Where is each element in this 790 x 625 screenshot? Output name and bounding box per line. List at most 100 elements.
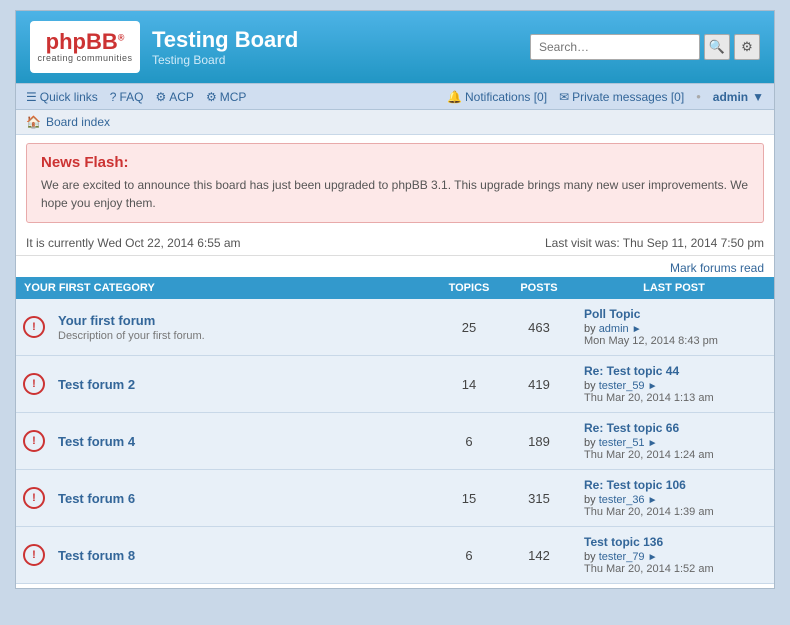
view-icon[interactable]: ► xyxy=(648,495,658,506)
category-header-row: YOUR FIRST CATEGORY TOPICS POSTS LAST PO… xyxy=(16,277,774,299)
bell-icon: 🔔 xyxy=(447,90,462,104)
envelope-icon: ✉ xyxy=(559,90,569,104)
search-button[interactable]: 🔍 xyxy=(704,34,730,60)
nav-left: ☰ Quick links ? FAQ ⚙ ACP ⚙ MCP xyxy=(26,90,246,104)
forum-unread-icon: ! xyxy=(23,487,45,509)
logo-sub: creating communities xyxy=(37,53,132,63)
pm-link[interactable]: ✉ Private messages [0] xyxy=(559,90,684,104)
forum-name[interactable]: Your first forum xyxy=(58,313,428,328)
logo-area: phpBB® creating communities Testing Boar… xyxy=(30,21,298,73)
lastpost-by: by tester_51 ► xyxy=(584,437,764,449)
forum-posts-count: 315 xyxy=(504,470,574,527)
news-flash-title: News Flash: xyxy=(41,154,749,171)
logo-bb: BB xyxy=(86,29,118,54)
lastpost-user[interactable]: tester_51 xyxy=(599,437,645,449)
forum-topics-count: 6 xyxy=(434,413,504,470)
lastpost-date: Thu Mar 20, 2014 1:24 am xyxy=(584,449,764,461)
forum-topics-count: 25 xyxy=(434,299,504,356)
hamburger-icon: ☰ xyxy=(26,90,37,104)
pm-label: Private messages [0] xyxy=(572,90,684,104)
view-icon[interactable]: ► xyxy=(648,552,658,563)
table-row: ! Your first forum Description of your f… xyxy=(16,299,774,356)
forum-table-body: ! Your first forum Description of your f… xyxy=(16,299,774,584)
forum-unread-icon: ! xyxy=(23,373,45,395)
lastpost-by: by tester_36 ► xyxy=(584,494,764,506)
forum-posts-count: 419 xyxy=(504,356,574,413)
forum-lastpost-cell: Re: Test topic 106 by tester_36 ► Thu Ma… xyxy=(574,470,774,527)
acp-icon: ⚙ xyxy=(155,90,166,104)
lastpost-date: Thu Mar 20, 2014 1:39 am xyxy=(584,506,764,518)
forum-info-cell: Test forum 4 xyxy=(52,413,434,470)
user-menu[interactable]: admin ▼ xyxy=(713,90,764,104)
forum-unread-icon: ! xyxy=(23,544,45,566)
board-title-area: Testing Board Testing Board xyxy=(152,27,298,67)
forum-lastpost-cell: Re: Test topic 44 by tester_59 ► Thu Mar… xyxy=(574,356,774,413)
lastpost-user[interactable]: tester_79 xyxy=(599,551,645,563)
forum-unread-icon: ! xyxy=(23,430,45,452)
view-icon[interactable]: ► xyxy=(632,324,642,335)
forum-lastpost-cell: Poll Topic by admin ► Mon May 12, 2014 8… xyxy=(574,299,774,356)
view-icon[interactable]: ► xyxy=(648,381,658,392)
mark-forums-read-link[interactable]: Mark forums read xyxy=(670,261,764,275)
forum-posts-count: 142 xyxy=(504,527,574,584)
forum-unread-icon: ! xyxy=(23,316,45,338)
board-wrapper: phpBB® creating communities Testing Boar… xyxy=(15,10,775,589)
lastpost-date: Thu Mar 20, 2014 1:52 am xyxy=(584,563,764,575)
notifications-link[interactable]: 🔔 Notifications [0] xyxy=(447,90,547,104)
table-row: ! Test forum 8 6 142 Test topic 136 by t… xyxy=(16,527,774,584)
forum-topics-count: 6 xyxy=(434,527,504,584)
home-icon: 🏠 xyxy=(26,115,41,129)
nav-bullet: • xyxy=(696,89,701,104)
table-row: ! Test forum 2 14 419 Re: Test topic 44 … xyxy=(16,356,774,413)
faq-icon: ? xyxy=(110,90,117,104)
quick-links-menu[interactable]: ☰ Quick links xyxy=(26,90,98,104)
forum-info-cell: Test forum 2 xyxy=(52,356,434,413)
info-bar: It is currently Wed Oct 22, 2014 6:55 am… xyxy=(16,231,774,256)
mark-forums-bar: Mark forums read xyxy=(16,256,774,277)
lastpost-title[interactable]: Re: Test topic 106 xyxy=(584,478,764,492)
forum-info-cell: Test forum 6 xyxy=(52,470,434,527)
board-header: phpBB® creating communities Testing Boar… xyxy=(16,11,774,83)
forum-name[interactable]: Test forum 8 xyxy=(58,548,428,563)
mcp-link[interactable]: ⚙ MCP xyxy=(206,90,246,104)
table-row: ! Test forum 6 15 315 Re: Test topic 106… xyxy=(16,470,774,527)
forum-topics-count: 15 xyxy=(434,470,504,527)
current-time: It is currently Wed Oct 22, 2014 6:55 am xyxy=(26,236,241,250)
lastpost-title[interactable]: Re: Test topic 44 xyxy=(584,364,764,378)
lastpost-title[interactable]: Test topic 136 xyxy=(584,535,764,549)
notifications-label: Notifications [0] xyxy=(465,90,547,104)
search-area: 🔍 ⚙ xyxy=(530,34,760,60)
last-visit: Last visit was: Thu Sep 11, 2014 7:50 pm xyxy=(545,236,764,250)
logo-phpbb: phpBB® xyxy=(46,31,125,53)
forum-icon-cell: ! xyxy=(16,356,52,413)
forum-name[interactable]: Test forum 4 xyxy=(58,434,428,449)
user-dropdown-arrow: ▼ xyxy=(752,90,764,104)
logo-reg: ® xyxy=(118,33,125,43)
lastpost-title[interactable]: Re: Test topic 66 xyxy=(584,421,764,435)
forum-desc: Description of your first forum. xyxy=(58,330,428,342)
forum-name[interactable]: Test forum 2 xyxy=(58,377,428,392)
category-name-header: YOUR FIRST CATEGORY xyxy=(16,277,434,299)
posts-header: POSTS xyxy=(504,277,574,299)
forum-icon-cell: ! xyxy=(16,299,52,356)
lastpost-title[interactable]: Poll Topic xyxy=(584,307,764,321)
board-title: Testing Board xyxy=(152,27,298,53)
lastpost-user[interactable]: admin xyxy=(599,323,629,335)
acp-link[interactable]: ⚙ ACP xyxy=(155,90,193,104)
board-desc: Testing Board xyxy=(152,53,298,67)
advanced-search-button[interactable]: ⚙ xyxy=(734,34,760,60)
forum-name[interactable]: Test forum 6 xyxy=(58,491,428,506)
forum-table-head: YOUR FIRST CATEGORY TOPICS POSTS LAST PO… xyxy=(16,277,774,299)
lastpost-user[interactable]: tester_36 xyxy=(599,494,645,506)
search-input[interactable] xyxy=(530,34,700,60)
quick-links-label: Quick links xyxy=(40,90,98,104)
lastpost-user[interactable]: tester_59 xyxy=(599,380,645,392)
nav-bar: ☰ Quick links ? FAQ ⚙ ACP ⚙ MCP 🔔 Notifi… xyxy=(16,83,774,110)
breadcrumb-board-index[interactable]: Board index xyxy=(46,115,110,129)
view-icon[interactable]: ► xyxy=(648,438,658,449)
lastpost-by: by tester_79 ► xyxy=(584,551,764,563)
forum-posts-count: 189 xyxy=(504,413,574,470)
username: admin xyxy=(713,90,748,104)
forum-icon-cell: ! xyxy=(16,527,52,584)
faq-link[interactable]: ? FAQ xyxy=(110,90,144,104)
